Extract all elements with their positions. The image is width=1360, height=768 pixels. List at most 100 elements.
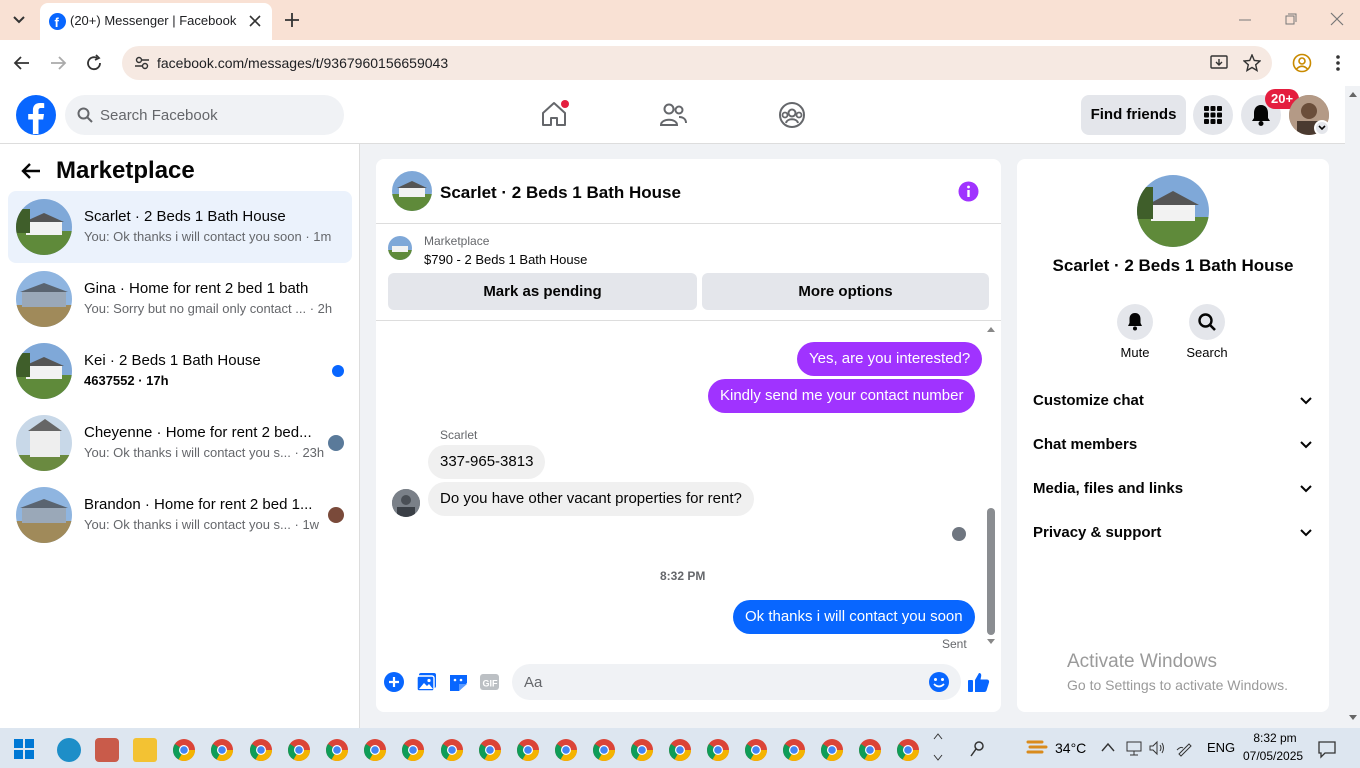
sticker-icon[interactable] — [448, 672, 469, 692]
clock-time[interactable]: 8:32 pm — [1247, 731, 1303, 745]
network-icon[interactable] — [1125, 739, 1143, 757]
install-app-icon[interactable] — [1210, 54, 1228, 72]
site-info-icon[interactable] — [134, 55, 150, 71]
message-outgoing[interactable]: Ok thanks i will contact you soon — [733, 600, 975, 634]
message-incoming[interactable]: Do you have other vacant properties for … — [428, 482, 754, 516]
listing-title[interactable]: $790 - 2 Beds 1 Bath House — [424, 252, 587, 267]
chrome-taskbar-icon[interactable] — [706, 738, 730, 762]
taskbar-scroll-up-icon[interactable] — [933, 732, 943, 740]
chrome-taskbar-icon[interactable] — [249, 738, 273, 762]
menu-grid-button[interactable] — [1193, 95, 1233, 135]
conversation-item-gina[interactable]: Gina · Home for rent 2 bed 1 bath You: S… — [8, 263, 352, 335]
chrome-taskbar-icon[interactable] — [668, 738, 692, 762]
facebook-search-input[interactable]: Search Facebook — [65, 95, 344, 135]
search-placeholder: Search Facebook — [100, 107, 218, 124]
chrome-taskbar-icon[interactable] — [478, 738, 502, 762]
edge-icon[interactable] — [57, 738, 81, 762]
sender-avatar[interactable] — [392, 489, 420, 517]
page-scroll-up-icon[interactable] — [1348, 90, 1358, 98]
close-tab-icon[interactable] — [248, 14, 262, 28]
section-privacy-support[interactable]: Privacy & support — [1033, 524, 1315, 554]
like-thumbs-up-icon[interactable] — [967, 670, 991, 694]
chrome-taskbar-icon[interactable] — [858, 738, 882, 762]
file-explorer-icon[interactable] — [133, 738, 157, 762]
conversation-item-cheyenne[interactable]: Cheyenne · Home for rent 2 bed... You: O… — [8, 407, 352, 479]
scroll-up-icon[interactable] — [986, 325, 996, 333]
tab-list-chevron-icon[interactable] — [10, 12, 28, 28]
chrome-taskbar-icon[interactable] — [896, 738, 920, 762]
conversation-item-brandon[interactable]: Brandon · Home for rent 2 bed 1... You: … — [8, 479, 352, 551]
chrome-taskbar-icon[interactable] — [401, 738, 425, 762]
chrome-taskbar-icon[interactable] — [210, 738, 234, 762]
notification-center-icon[interactable] — [1317, 739, 1337, 759]
chrome-taskbar-icon[interactable] — [287, 738, 311, 762]
attach-photo-icon[interactable] — [416, 672, 437, 692]
back-arrow-icon[interactable] — [20, 160, 42, 182]
volume-icon[interactable] — [1148, 739, 1166, 757]
section-media-files-links[interactable]: Media, files and links — [1033, 480, 1315, 510]
mark-as-pending-button[interactable]: Mark as pending — [388, 273, 697, 310]
chevron-down-icon — [1300, 485, 1312, 493]
account-chevron-icon[interactable] — [1314, 120, 1330, 136]
conversation-name: Brandon · Home for rent 2 bed 1... — [84, 496, 313, 513]
clock-date[interactable]: 07/05/2025 — [1243, 749, 1303, 763]
message-incoming[interactable]: 337-965-3813 — [428, 445, 546, 479]
emoji-icon[interactable] — [928, 671, 950, 693]
reload-icon[interactable] — [85, 54, 103, 72]
weather-temperature[interactable]: 34°C — [1055, 740, 1086, 756]
pen-icon[interactable] — [1176, 739, 1194, 757]
page-scroll-down-icon[interactable] — [1348, 714, 1358, 722]
profile-icon[interactable] — [1292, 53, 1312, 73]
chat-avatar[interactable] — [392, 171, 432, 211]
more-options-button[interactable]: More options — [702, 273, 989, 310]
find-friends-button[interactable]: Find friends — [1081, 95, 1186, 135]
chat-title[interactable]: Scarlet · 2 Beds 1 Bath House — [440, 183, 681, 203]
browser-menu-icon[interactable] — [1330, 53, 1346, 73]
friends-icon[interactable] — [659, 101, 687, 129]
gif-icon[interactable]: GIF — [479, 672, 500, 692]
conversation-info-icon[interactable] — [958, 181, 979, 202]
message-outgoing[interactable]: Yes, are you interested? — [797, 342, 983, 376]
chrome-taskbar-icon[interactable] — [516, 738, 540, 762]
search-people-icon[interactable] — [968, 739, 988, 759]
facebook-logo[interactable] — [15, 94, 57, 136]
windows-start-icon[interactable] — [14, 739, 34, 759]
groups-icon[interactable] — [778, 101, 806, 129]
scroll-down-icon[interactable] — [986, 638, 996, 646]
search-in-conversation-button[interactable] — [1189, 304, 1225, 340]
bookmark-star-icon[interactable] — [1243, 54, 1261, 72]
new-tab-icon[interactable] — [284, 12, 300, 28]
close-window-icon[interactable] — [1330, 12, 1344, 26]
input-language[interactable]: ENG — [1207, 740, 1235, 755]
show-hidden-icons-icon[interactable] — [1101, 741, 1115, 753]
chrome-taskbar-icon[interactable] — [782, 738, 806, 762]
section-chat-members[interactable]: Chat members — [1033, 436, 1315, 466]
section-customize-chat[interactable]: Customize chat — [1033, 392, 1315, 422]
chrome-taskbar-icon[interactable] — [440, 738, 464, 762]
home-icon[interactable] — [540, 100, 569, 128]
chrome-taskbar-icon[interactable] — [325, 738, 349, 762]
chrome-taskbar-icon[interactable] — [363, 738, 387, 762]
conversation-preview: You: Sorry but no gmail only contact ...… — [84, 301, 333, 316]
mute-button[interactable] — [1117, 304, 1153, 340]
message-outgoing[interactable]: Kindly send me your contact number — [708, 379, 976, 413]
browser-tab[interactable]: f (20+) Messenger | Facebook — [40, 3, 272, 40]
taskbar-scroll-down-icon[interactable] — [933, 754, 943, 762]
restore-icon[interactable] — [1284, 12, 1298, 26]
paint-app-icon[interactable] — [95, 738, 119, 762]
back-icon[interactable] — [13, 54, 31, 72]
plus-actions-icon[interactable] — [383, 671, 405, 693]
chrome-taskbar-icon[interactable] — [172, 738, 196, 762]
forward-icon[interactable] — [49, 54, 67, 72]
chat-scrollbar-thumb[interactable] — [987, 508, 995, 635]
conversation-item-kei[interactable]: Kei · 2 Beds 1 Bath House 4637552 · 17h — [8, 335, 352, 407]
omnibox[interactable]: facebook.com/messages/t/9367960156659043 — [122, 46, 1272, 80]
conversation-item-scarlet[interactable]: Scarlet · 2 Beds 1 Bath House You: Ok th… — [8, 191, 352, 263]
message-input[interactable]: Aa — [512, 664, 961, 700]
chrome-taskbar-icon[interactable] — [820, 738, 844, 762]
chrome-taskbar-icon[interactable] — [744, 738, 768, 762]
chrome-taskbar-icon[interactable] — [630, 738, 654, 762]
chrome-taskbar-icon[interactable] — [554, 738, 578, 762]
chrome-taskbar-icon[interactable] — [592, 738, 616, 762]
minimize-icon[interactable] — [1238, 12, 1252, 26]
